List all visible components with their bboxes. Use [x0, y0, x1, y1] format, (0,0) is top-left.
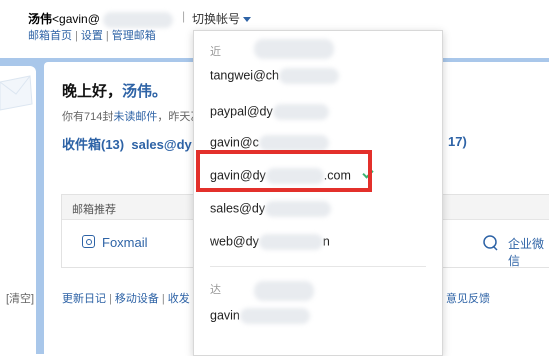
redacted-blur: [254, 281, 314, 301]
foxmail-icon: [82, 235, 95, 248]
changelog-link[interactable]: 更新日记: [62, 293, 106, 305]
account-email: paypal@dy: [210, 104, 273, 119]
mailbox-home-link[interactable]: 邮箱首页: [28, 30, 72, 42]
redacted-blur: [278, 68, 339, 84]
send-receive-link[interactable]: 收发: [168, 293, 190, 305]
link-separator: |: [105, 30, 109, 42]
folder-shortcuts: 收件箱(13) sales@dy: [62, 134, 192, 153]
redacted-blur: [254, 39, 334, 59]
user-name: 汤伟: [28, 12, 53, 26]
recent-section-label: 近: [210, 46, 221, 58]
user-identity: 汤伟<gavin@: [28, 10, 174, 28]
account-email: gavin: [210, 308, 240, 323]
footer-links: 更新日记 | 移动设备 | 收发: [62, 290, 190, 306]
footer-separator: |: [109, 293, 112, 305]
unread-summary: 你有714封未读邮件，昨天乙: [62, 108, 201, 124]
wework-link[interactable]: 企业微信: [508, 235, 549, 269]
switch-account-label: 切换帐号: [192, 12, 241, 26]
switch-account-button[interactable]: 切换帐号: [192, 10, 252, 27]
header-links: 邮箱首页 | 设置 | 管理邮箱: [28, 27, 156, 43]
wework-icon: [483, 235, 498, 251]
manage-mailbox-link[interactable]: 管理邮箱: [112, 30, 156, 42]
unread-mail-link[interactable]: 未读邮件: [113, 111, 157, 123]
feedback-link[interactable]: 意见反馈: [446, 290, 490, 306]
sales-folder-link[interactable]: sales@dy: [131, 137, 191, 152]
inbox-link[interactable]: 收件箱(13): [62, 137, 124, 152]
account-item[interactable]: gavin@c: [210, 135, 329, 151]
account-email: web@dy: [210, 234, 259, 249]
recommend-title: 邮箱推荐: [72, 204, 116, 216]
redacted-blur: [258, 234, 323, 250]
account-item[interactable]: paypal@dy: [210, 104, 329, 120]
greeting-text: 晚上好，: [62, 83, 123, 100]
caret-down-icon: [243, 17, 252, 23]
redacted-blur: [272, 104, 329, 120]
redacted-blur: [258, 135, 329, 151]
account-item[interactable]: gavin: [210, 308, 310, 324]
user-email: <gavin@: [52, 12, 100, 26]
redacted-blur: [265, 201, 332, 217]
other-section-label: 达: [210, 284, 221, 296]
account-item[interactable]: tangwei@ch: [210, 68, 339, 84]
account-email: gavin@c: [210, 135, 259, 150]
redacted-blur: [239, 308, 310, 324]
unread-count-text: 你有714封: [62, 111, 114, 123]
header-separator: |: [182, 9, 186, 23]
account-email: sales@dy: [210, 201, 266, 216]
account-email: tangwei@ch: [210, 68, 279, 83]
folder-tail[interactable]: 17): [448, 134, 467, 149]
settings-link[interactable]: 设置: [81, 30, 103, 42]
footer-separator: |: [161, 293, 165, 305]
account-switcher-dropdown: 近 tangwei@ch paypal@dy gavin@c gavin@dy.…: [193, 30, 443, 356]
link-separator: |: [75, 30, 78, 42]
foxmail-link[interactable]: Foxmail: [102, 235, 148, 250]
greeting: 晚上好，汤伟。: [62, 80, 167, 101]
envelope-decoration-icon: [0, 75, 33, 111]
account-email-suffix: n: [322, 234, 330, 249]
mobile-devices-link[interactable]: 移动设备: [115, 293, 159, 305]
greeting-name: 汤伟。: [122, 83, 168, 100]
account-item[interactable]: sales@dy: [210, 201, 332, 217]
clear-trash-link[interactable]: [清空]: [6, 290, 34, 306]
dropdown-divider: [210, 266, 426, 267]
redacted-email-blur: [103, 11, 174, 28]
account-item[interactable]: web@dy n: [210, 234, 330, 250]
highlight-box: [196, 150, 372, 192]
